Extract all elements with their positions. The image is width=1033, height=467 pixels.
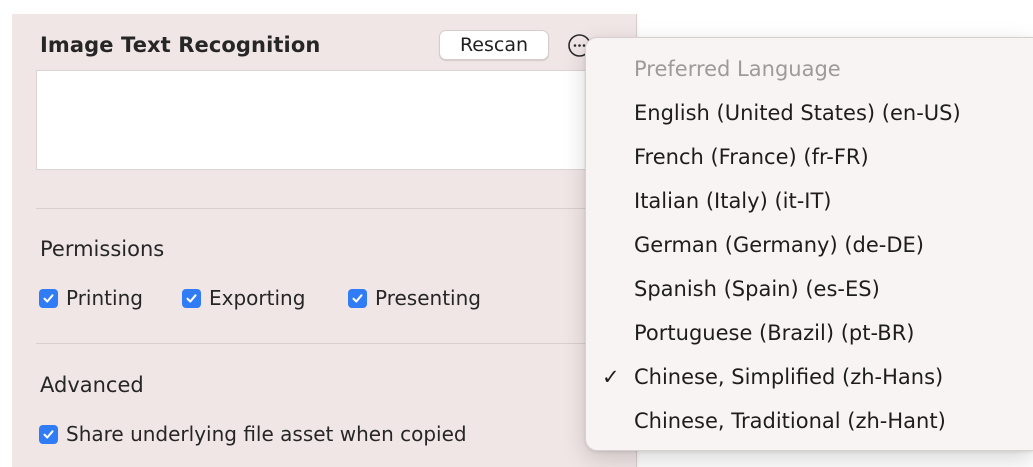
menu-item-es-es[interactable]: Spanish (Spain) (es-ES) [634, 277, 880, 301]
checkmark-icon [43, 293, 54, 303]
menu-item-pt-br[interactable]: Portuguese (Brazil) (pt-BR) [634, 321, 914, 345]
menu-item-zh-hant[interactable]: Chinese, Traditional (zh-Hant) [634, 409, 946, 433]
exporting-label: Exporting [209, 286, 306, 310]
checkmark-icon [352, 293, 363, 303]
checkmark-icon: ✓ [602, 365, 620, 389]
rescan-button-label: Rescan [459, 34, 529, 56]
image-text-recognition-title: Image Text Recognition [40, 33, 321, 57]
share-file-asset-label: Share underlying file asset when copied [66, 422, 467, 446]
exporting-checkbox[interactable] [182, 288, 201, 308]
checkmark-icon [186, 293, 197, 303]
checkmark-icon [43, 429, 54, 439]
menu-item-it-it[interactable]: Italian (Italy) (it-IT) [634, 189, 832, 213]
presenting-checkbox[interactable] [348, 288, 367, 308]
menu-item-fr-fr[interactable]: French (France) (fr-FR) [634, 145, 869, 169]
presenting-checkbox-row[interactable]: Presenting [348, 286, 481, 310]
printing-checkbox-row[interactable]: Printing [39, 286, 143, 310]
permissions-heading: Permissions [40, 237, 165, 261]
menu-header-preferred-language: Preferred Language [634, 57, 841, 81]
printing-label: Printing [66, 286, 143, 310]
preferred-language-menu: Preferred Language English (United State… [585, 37, 1033, 451]
advanced-heading: Advanced [40, 373, 144, 397]
exporting-checkbox-row[interactable]: Exporting [182, 286, 305, 310]
presenting-label: Presenting [375, 286, 481, 310]
divider [36, 343, 602, 344]
divider [36, 208, 602, 209]
menu-item-zh-hans[interactable]: Chinese, Simplified (zh-Hans) [634, 365, 943, 389]
share-file-asset-checkbox-row[interactable]: Share underlying file asset when copied [39, 422, 467, 446]
printing-checkbox[interactable] [39, 288, 58, 308]
screen: Image Text Recognition Rescan Permission… [0, 0, 1033, 467]
share-file-asset-checkbox[interactable] [39, 424, 58, 444]
rescan-button[interactable]: Rescan [439, 30, 549, 60]
menu-item-de-de[interactable]: German (Germany) (de-DE) [634, 233, 924, 257]
menu-item-en-us[interactable]: English (United States) (en-US) [634, 101, 961, 125]
recognized-text-field[interactable] [36, 70, 596, 170]
